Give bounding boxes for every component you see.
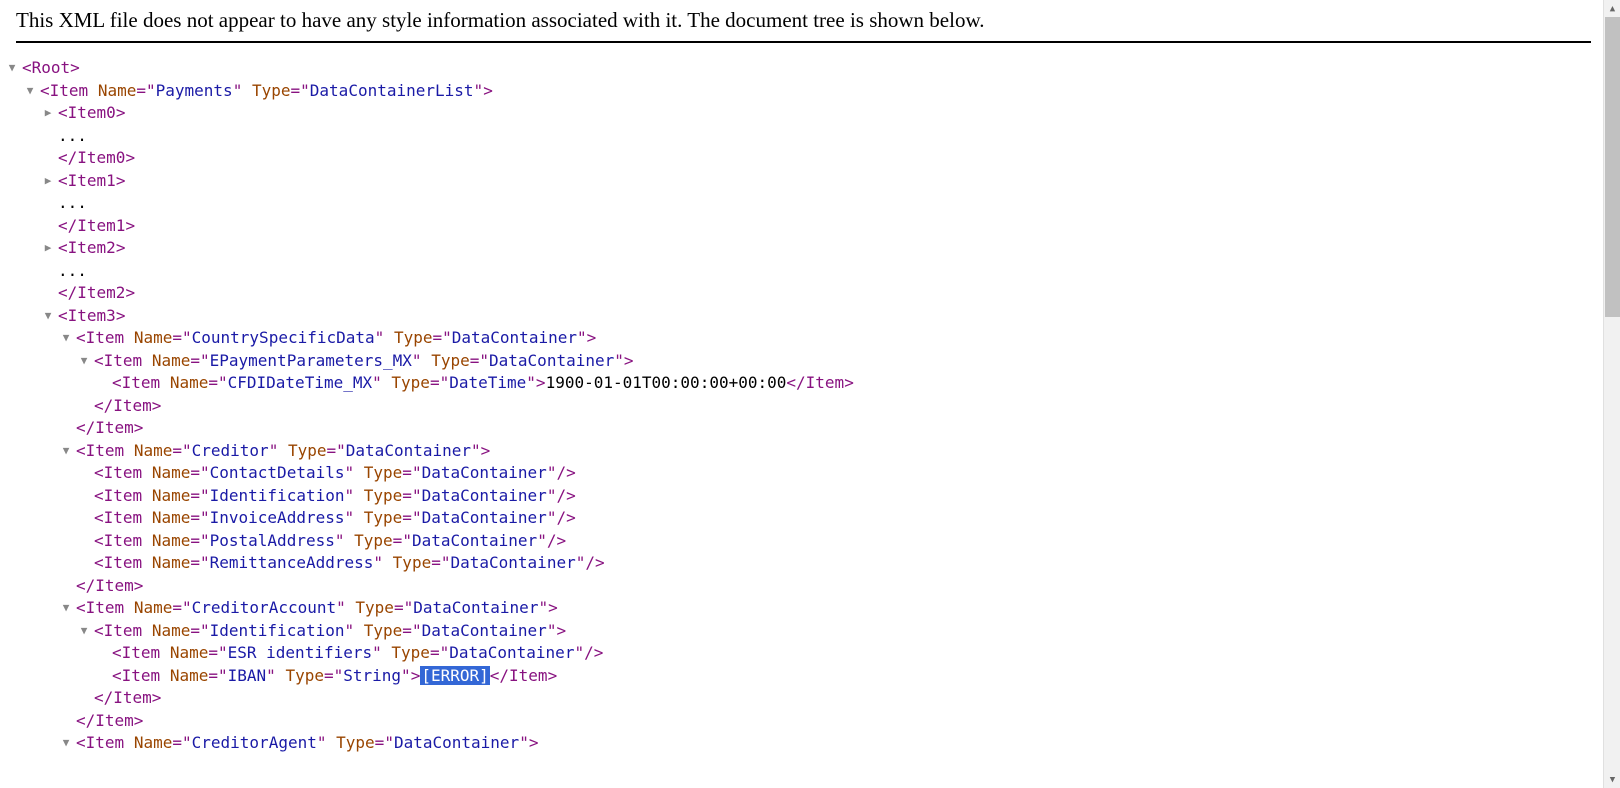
node-item0-close[interactable]: </Item0> xyxy=(58,147,1591,170)
node-item3[interactable]: <Item3> xyxy=(58,305,1591,328)
node-creditor-close[interactable]: </Item> xyxy=(76,575,1591,598)
node-item2-close[interactable]: </Item2> xyxy=(58,282,1591,305)
scroll-up-button[interactable]: ▲ xyxy=(1604,0,1620,17)
chevron-down-icon[interactable] xyxy=(58,440,74,462)
chevron-right-icon[interactable] xyxy=(40,170,56,192)
ellipsis: ... xyxy=(58,260,1591,283)
node-csd[interactable]: <Item Name="CountrySpecificData" Type="D… xyxy=(76,327,1591,350)
node-invoiceaddress[interactable]: <Item Name="InvoiceAddress" Type="DataCo… xyxy=(94,507,1591,530)
scrollbar-thumb[interactable] xyxy=(1605,17,1620,317)
node-epay[interactable]: <Item Name="EPaymentParameters_MX" Type=… xyxy=(94,350,1591,373)
node-esr[interactable]: <Item Name="ESR identifiers" Type="DataC… xyxy=(112,642,1591,665)
chevron-down-icon[interactable] xyxy=(58,732,74,754)
node-item1[interactable]: <Item1> xyxy=(58,170,1591,193)
chevron-down-icon[interactable] xyxy=(4,57,20,79)
scroll-down-button[interactable]: ▼ xyxy=(1604,771,1620,788)
node-identification2[interactable]: <Item Name="Identification" Type="DataCo… xyxy=(94,620,1591,643)
node-item2[interactable]: <Item2> xyxy=(58,237,1591,260)
node-root[interactable]: <Root> xyxy=(22,57,1591,80)
chevron-down-icon[interactable] xyxy=(58,327,74,349)
chevron-down-icon[interactable] xyxy=(40,305,56,327)
selected-text: [ERROR] xyxy=(420,666,489,685)
node-contact[interactable]: <Item Name="ContactDetails" Type="DataCo… xyxy=(94,462,1591,485)
ellipsis: ... xyxy=(58,192,1591,215)
vertical-scrollbar[interactable]: ▲ ▼ xyxy=(1603,0,1620,788)
xml-tree: <Root> <Item Name="Payments" Type="DataC… xyxy=(22,57,1591,755)
node-identification[interactable]: <Item Name="Identification" Type="DataCo… xyxy=(94,485,1591,508)
node-creditoragent[interactable]: <Item Name="CreditorAgent" Type="DataCon… xyxy=(76,732,1591,755)
chevron-down-icon[interactable] xyxy=(58,597,74,619)
node-payments[interactable]: <Item Name="Payments" Type="DataContaine… xyxy=(40,80,1591,103)
chevron-right-icon[interactable] xyxy=(40,237,56,259)
xml-viewer-viewport: This XML file does not appear to have an… xyxy=(0,0,1620,788)
chevron-down-icon[interactable] xyxy=(76,620,92,642)
content-area: This XML file does not appear to have an… xyxy=(0,0,1603,788)
chevron-right-icon[interactable] xyxy=(40,102,56,124)
chevron-down-icon[interactable] xyxy=(22,80,38,102)
node-item1-close[interactable]: </Item1> xyxy=(58,215,1591,238)
node-cfdi[interactable]: <Item Name="CFDIDateTime_MX" Type="DateT… xyxy=(112,372,1591,395)
node-remittanceaddress[interactable]: <Item Name="RemittanceAddress" Type="Dat… xyxy=(94,552,1591,575)
node-identification2-close[interactable]: </Item> xyxy=(94,687,1591,710)
node-creditor[interactable]: <Item Name="Creditor" Type="DataContaine… xyxy=(76,440,1591,463)
node-epay-close[interactable]: </Item> xyxy=(94,395,1591,418)
node-item0[interactable]: <Item0> xyxy=(58,102,1591,125)
no-style-message: This XML file does not appear to have an… xyxy=(16,8,1591,43)
ellipsis: ... xyxy=(58,125,1591,148)
node-creditoraccount-close[interactable]: </Item> xyxy=(76,710,1591,733)
node-csd-close[interactable]: </Item> xyxy=(76,417,1591,440)
node-postaladdress[interactable]: <Item Name="PostalAddress" Type="DataCon… xyxy=(94,530,1591,553)
node-creditoraccount[interactable]: <Item Name="CreditorAccount" Type="DataC… xyxy=(76,597,1591,620)
node-iban[interactable]: <Item Name="IBAN" Type="String">[ERROR]<… xyxy=(112,665,1591,688)
chevron-down-icon[interactable] xyxy=(76,350,92,372)
